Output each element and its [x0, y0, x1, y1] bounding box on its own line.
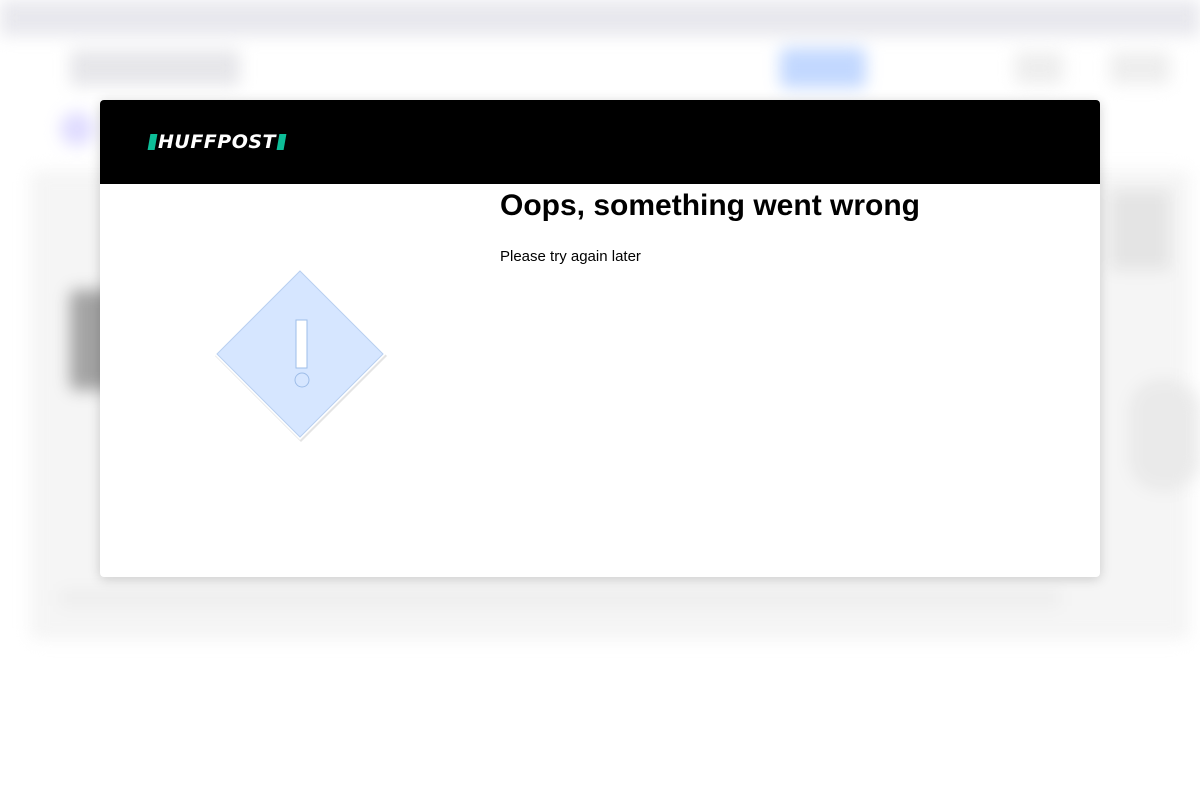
background-tertiary-button [1110, 52, 1170, 84]
background-primary-button [780, 48, 866, 88]
background-side-block [1110, 190, 1170, 270]
background-logo-placeholder [70, 50, 240, 86]
logo-right-accent-bar [276, 134, 287, 150]
warning-diamond-icon [210, 264, 390, 444]
error-message: Please try again later [500, 248, 641, 265]
logo-left-accent-bar [147, 134, 158, 150]
logo-text: HUFFPOST [158, 131, 277, 153]
background-side-pill [1130, 380, 1200, 490]
error-title: Oops, something went wrong [500, 189, 920, 222]
background-secondary-button [1015, 52, 1063, 84]
huffpost-logo[interactable]: HUFFPOST [147, 131, 287, 153]
modal-header: HUFFPOST [100, 100, 1100, 184]
page: HUFFPOST Oops, something went wrong Plea… [0, 0, 1200, 800]
background-footer-line [60, 590, 1060, 606]
background-top-bar [0, 0, 1200, 36]
background-avatar [60, 112, 94, 146]
error-modal: HUFFPOST Oops, something went wrong Plea… [100, 100, 1100, 577]
